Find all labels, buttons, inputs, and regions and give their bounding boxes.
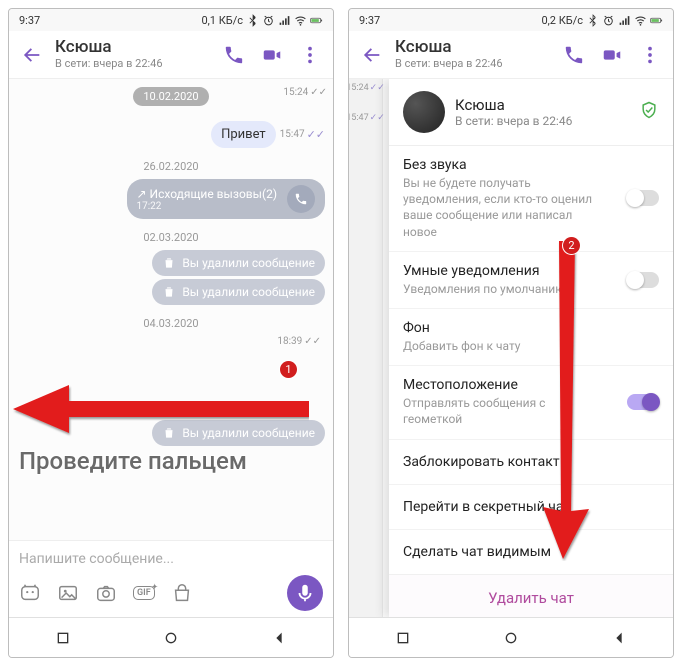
marker-1: 1 bbox=[280, 361, 297, 378]
nav-recent[interactable] bbox=[393, 628, 413, 648]
nav-back[interactable] bbox=[269, 628, 289, 648]
call-log-bubble[interactable]: ↗ Исходящие вызовы(2) 17:22 bbox=[127, 179, 325, 219]
voice-button[interactable] bbox=[287, 575, 323, 611]
camera-icon[interactable] bbox=[95, 582, 117, 604]
delete-chat[interactable]: Удалить чат bbox=[389, 574, 673, 618]
chat-header: Ксюша В сети: вчера в 22:46 bbox=[9, 31, 333, 79]
secret-chat[interactable]: Перейти в секретный чат bbox=[389, 485, 673, 530]
gallery-icon[interactable] bbox=[57, 582, 79, 604]
nav-back[interactable] bbox=[609, 628, 629, 648]
status-right: 0,1 КБ/с bbox=[201, 14, 323, 27]
make-chat-visible[interactable]: Сделать чат видимым bbox=[389, 530, 673, 574]
message-time: 15:24✓✓ bbox=[283, 87, 327, 98]
deleted-message: Вы удалили сообщение bbox=[152, 250, 325, 276]
nav-home[interactable] bbox=[161, 628, 181, 648]
chat-peek-strip: 15:24✓✓ 15:47✓✓ bbox=[349, 79, 383, 617]
chat-info-panel: Ксюша В сети: вчера в 22:46 Без звука Вы… bbox=[389, 79, 673, 617]
video-button[interactable] bbox=[257, 40, 287, 70]
composer: Напишите сообщение... GIF✦ bbox=[9, 540, 333, 617]
android-navbar bbox=[9, 617, 333, 657]
mute-toggle[interactable] bbox=[627, 190, 659, 206]
info-body: 15:24✓✓ 15:47✓✓ Ксюша В сети: вчера в 22… bbox=[349, 79, 673, 617]
profile-row[interactable]: Ксюша В сети: вчера в 22:46 bbox=[389, 79, 673, 146]
setting-smart-notifications[interactable]: Умные уведомления Уведомления по умолчан… bbox=[389, 252, 673, 309]
contact-status: В сети: вчера в 22:46 bbox=[55, 58, 211, 71]
header-title[interactable]: Ксюша В сети: вчера в 22:46 bbox=[55, 38, 211, 70]
battery-icon bbox=[650, 14, 663, 27]
location-toggle[interactable] bbox=[627, 394, 659, 410]
gif-button[interactable]: GIF✦ bbox=[133, 586, 155, 600]
swipe-hint-text: Проведите пальцем bbox=[19, 447, 247, 475]
wifi-icon bbox=[634, 14, 647, 27]
phone-left: 9:37 0,1 КБ/с Ксюша В сети: вчера в 22:4… bbox=[8, 8, 334, 658]
alarm-icon bbox=[262, 14, 275, 27]
block-contact[interactable]: Заблокировать контакт bbox=[389, 440, 673, 485]
contact-name: Ксюша bbox=[55, 38, 211, 58]
android-navbar bbox=[349, 617, 673, 657]
status-time: 9:37 bbox=[19, 14, 40, 27]
call-button[interactable] bbox=[219, 40, 249, 70]
battery-icon bbox=[310, 14, 323, 27]
marker-2: 2 bbox=[563, 237, 580, 254]
back-button[interactable] bbox=[357, 40, 387, 70]
back-button[interactable] bbox=[17, 40, 47, 70]
more-button[interactable] bbox=[635, 40, 665, 70]
message-input[interactable]: Напишите сообщение... bbox=[19, 547, 323, 575]
header-title[interactable]: Ксюша В сети: вчера в 22:46 bbox=[395, 38, 551, 70]
contact-status: В сети: вчера в 22:46 bbox=[395, 58, 551, 71]
peek-time: 15:47✓✓ bbox=[349, 113, 382, 123]
profile-name: Ксюша bbox=[455, 96, 572, 114]
peek-time: 15:24✓✓ bbox=[349, 83, 382, 93]
nav-recent[interactable] bbox=[53, 628, 73, 648]
contact-name: Ксюша bbox=[395, 38, 551, 58]
phone-right: 9:37 0,2 КБ/с Ксюша В сети: вчера в 22:4… bbox=[348, 8, 674, 658]
callback-button[interactable] bbox=[287, 185, 315, 213]
date-label: 04.03.2020 bbox=[17, 317, 325, 330]
video-button[interactable] bbox=[597, 40, 627, 70]
message-time: 15:47✓✓ bbox=[280, 128, 325, 141]
date-label: 05.03.2020 bbox=[17, 401, 325, 414]
status-bar: 9:37 0,2 КБ/с bbox=[349, 9, 673, 31]
more-button[interactable] bbox=[295, 40, 325, 70]
avatar bbox=[403, 91, 445, 133]
bluetooth-icon bbox=[246, 14, 259, 27]
smart-toggle[interactable] bbox=[627, 272, 659, 288]
status-time: 9:37 bbox=[359, 14, 380, 27]
date-chip: 10.02.2020 bbox=[17, 89, 325, 103]
signal-icon bbox=[278, 14, 291, 27]
status-bar: 9:37 0,1 КБ/с bbox=[9, 9, 333, 31]
deleted-message: Вы удалили сообщение bbox=[152, 420, 325, 446]
date-label: 26.02.2020 bbox=[17, 160, 325, 173]
chat-header: Ксюша В сети: вчера в 22:46 bbox=[349, 31, 673, 79]
profile-status: В сети: вчера в 22:46 bbox=[455, 114, 572, 128]
date-label: 02.03.2020 bbox=[17, 231, 325, 244]
call-button[interactable] bbox=[559, 40, 589, 70]
sticker-icon[interactable] bbox=[19, 582, 41, 604]
setting-location[interactable]: Местоположение Отправлять сообщения с ге… bbox=[389, 366, 673, 439]
signal-icon bbox=[618, 14, 631, 27]
bluetooth-icon bbox=[586, 14, 599, 27]
wifi-icon bbox=[294, 14, 307, 27]
message-bubble[interactable]: Привет bbox=[211, 121, 276, 148]
setting-mute[interactable]: Без звука Вы не будете получать уведомле… bbox=[389, 146, 673, 252]
message-time: 18:39✓✓ bbox=[17, 336, 321, 347]
chat-body: 10.02.2020 15:24✓✓ Привет 15:47✓✓ 26.02.… bbox=[9, 79, 333, 540]
nav-home[interactable] bbox=[501, 628, 521, 648]
status-right: 0,2 КБ/с bbox=[541, 14, 663, 27]
alarm-icon bbox=[602, 14, 615, 27]
shop-icon[interactable] bbox=[171, 582, 193, 604]
verified-shield-icon bbox=[639, 100, 659, 124]
deleted-message: Вы удалили сообщение bbox=[152, 279, 325, 305]
setting-background[interactable]: Фон Добавить фон к чату bbox=[389, 309, 673, 366]
